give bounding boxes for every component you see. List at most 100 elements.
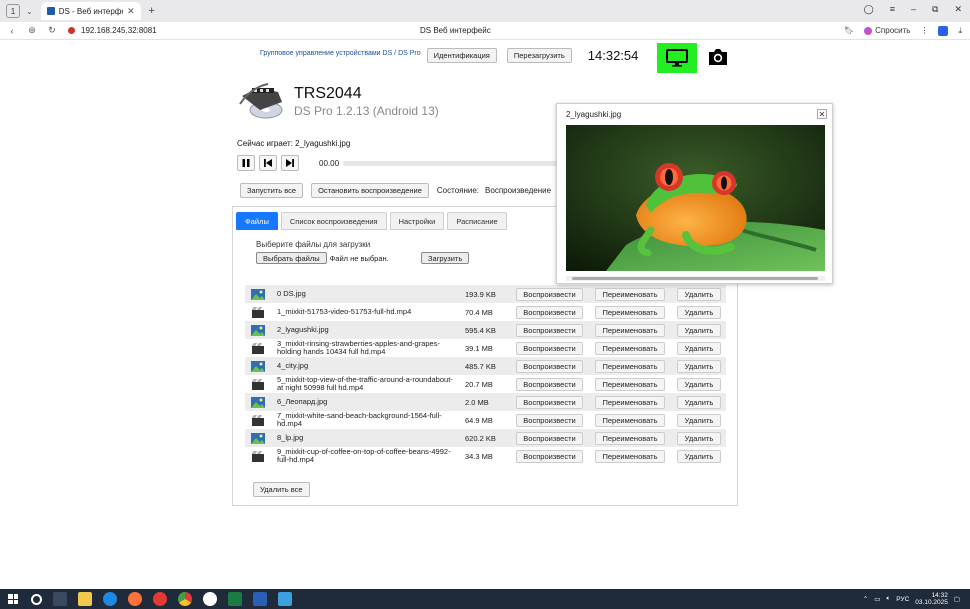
url-field[interactable]: 192.168.245.32:8081 [81, 26, 157, 35]
notifications-icon[interactable]: ▢ [954, 595, 960, 603]
delete-file-button[interactable]: Удалить [677, 395, 721, 409]
play-file-button[interactable]: Воспроизвести [516, 287, 583, 301]
tab-settings[interactable]: Настройки [389, 212, 445, 230]
opera-icon[interactable] [153, 592, 167, 606]
search-icon[interactable] [31, 593, 42, 605]
play-file-button[interactable]: Воспроизвести [516, 431, 583, 445]
file-size: 485.7 KB [465, 361, 496, 371]
new-tab-icon[interactable]: + [145, 4, 159, 18]
language-indicator[interactable]: РУС [896, 596, 909, 603]
previous-button[interactable] [259, 155, 277, 171]
rename-file-button[interactable]: Переименовать [595, 359, 665, 373]
bookmark-icon[interactable]: 🔖︎ [844, 26, 854, 35]
start-icon[interactable] [6, 592, 20, 606]
chevron-up-icon[interactable]: ⌃ [863, 595, 868, 603]
word-icon[interactable] [253, 592, 267, 606]
delete-file-button[interactable]: Удалить [677, 431, 721, 445]
file-size: 70.4 MB [465, 307, 493, 317]
back-icon[interactable]: ‹ [4, 26, 20, 36]
delete-file-button[interactable]: Удалить [677, 287, 721, 301]
tab-schedule[interactable]: Расписание [447, 212, 507, 230]
ask-button[interactable]: Спросить [864, 26, 910, 35]
delete-all-button[interactable]: Удалить все [253, 482, 310, 497]
yandex-browser-icon[interactable] [203, 592, 217, 606]
stop-playback-button[interactable]: Остановить воспроизведение [311, 183, 429, 198]
rename-file-button[interactable]: Переименовать [595, 431, 665, 445]
play-file-button[interactable]: Воспроизвести [516, 413, 583, 427]
delete-file-button[interactable]: Удалить [677, 413, 721, 427]
download-icon[interactable]: ⤓ [958, 26, 962, 36]
app-icon[interactable] [278, 592, 292, 606]
upload-title: Выберите файлы для загрузки [256, 240, 371, 249]
file-row: 1_mixkit-51753-video-51753-full-hd.mp4 70… [245, 303, 726, 321]
minimize-icon[interactable]: – [911, 4, 916, 15]
pause-button[interactable] [237, 155, 255, 171]
tab-count-badge[interactable]: 1 [6, 4, 20, 18]
delete-file-button[interactable]: Удалить [677, 341, 721, 355]
task-view-icon[interactable] [53, 592, 67, 606]
menu-icon[interactable]: ≡ [890, 4, 895, 15]
choose-files-button[interactable]: Выбрать файлы [256, 252, 327, 264]
rename-file-button[interactable]: Переименовать [595, 449, 665, 463]
reload-icon[interactable]: ↻ [44, 25, 60, 36]
video-file-icon [252, 378, 264, 390]
extension-icon[interactable] [938, 25, 949, 36]
play-file-button[interactable]: Воспроизвести [516, 377, 583, 391]
file-name: 6_Леопард.jpg [277, 397, 328, 406]
rename-file-button[interactable]: Переименовать [595, 323, 665, 337]
firefox-icon[interactable] [128, 592, 142, 606]
excel-icon[interactable] [228, 592, 242, 606]
screen-button[interactable] [657, 43, 697, 73]
rename-file-button[interactable]: Переименовать [595, 287, 665, 301]
ask-label: Спросить [875, 26, 911, 35]
tray-clock[interactable]: 14:32 03.10.2025 [915, 592, 948, 606]
edge-icon[interactable] [103, 592, 117, 606]
chevron-down-icon[interactable]: ⌄ [26, 7, 33, 16]
play-file-button[interactable]: Воспроизвести [516, 449, 583, 463]
scrollbar-thumb[interactable] [572, 277, 818, 280]
tab-files[interactable]: Файлы [236, 212, 278, 230]
insecure-warning-icon[interactable] [68, 27, 75, 34]
delete-file-button[interactable]: Удалить [677, 449, 721, 463]
play-file-button[interactable]: Воспроизвести [516, 359, 583, 373]
delete-file-button[interactable]: Удалить [677, 305, 721, 319]
play-file-button[interactable]: Воспроизвести [516, 323, 583, 337]
rename-file-button[interactable]: Переименовать [595, 377, 665, 391]
screenshot-button[interactable] [706, 46, 730, 68]
play-file-button[interactable]: Воспроизвести [516, 305, 583, 319]
delete-file-button[interactable]: Удалить [677, 323, 721, 337]
file-size: 2.0 MB [465, 397, 489, 407]
playback-progress[interactable] [343, 161, 558, 166]
browser-tab[interactable]: DS - Веб интерфейс ✕ [40, 2, 141, 20]
device-version: DS Pro 1.2.13 (Android 13) [294, 104, 439, 118]
tab-playlist[interactable]: Список воспроизведения [280, 212, 387, 230]
rename-file-button[interactable]: Переименовать [595, 341, 665, 355]
no-file-text: Файл не выбран. [329, 253, 389, 263]
upload-button[interactable]: Загрузить [421, 252, 470, 264]
rename-file-button[interactable]: Переименовать [595, 305, 665, 319]
close-icon[interactable]: ✕ [817, 109, 827, 119]
network-icon[interactable]: ▭ [874, 595, 880, 603]
volume-icon[interactable]: 🔈︎ [886, 595, 890, 603]
close-tab-icon[interactable]: ✕ [127, 6, 135, 17]
play-file-button[interactable]: Воспроизвести [516, 395, 583, 409]
file-size: 64.9 MB [465, 415, 493, 425]
next-button[interactable] [281, 155, 299, 171]
more-icon[interactable]: ⋮ [920, 26, 928, 35]
start-all-button[interactable]: Запустить все [240, 183, 304, 198]
group-control-link[interactable]: Групповое управление устройствами DS / D… [260, 50, 421, 57]
profile-icon[interactable]: ◯ [864, 4, 874, 15]
rename-file-button[interactable]: Переименовать [595, 413, 665, 427]
identify-button[interactable]: Идентификация [426, 48, 497, 63]
delete-file-button[interactable]: Удалить [677, 359, 721, 373]
shield-icon[interactable]: ⊛ [24, 25, 40, 36]
play-file-button[interactable]: Воспроизвести [516, 341, 583, 355]
close-window-icon[interactable]: ✕ [954, 4, 962, 15]
restore-icon[interactable]: ⧉ [932, 4, 938, 15]
reboot-button[interactable]: Перезагрузить [506, 48, 572, 63]
rename-file-button[interactable]: Переименовать [595, 395, 665, 409]
delete-file-button[interactable]: Удалить [677, 377, 721, 391]
file-explorer-icon[interactable] [78, 592, 92, 606]
chrome-icon[interactable] [178, 592, 192, 606]
preview-scrollbar[interactable] [566, 276, 825, 281]
